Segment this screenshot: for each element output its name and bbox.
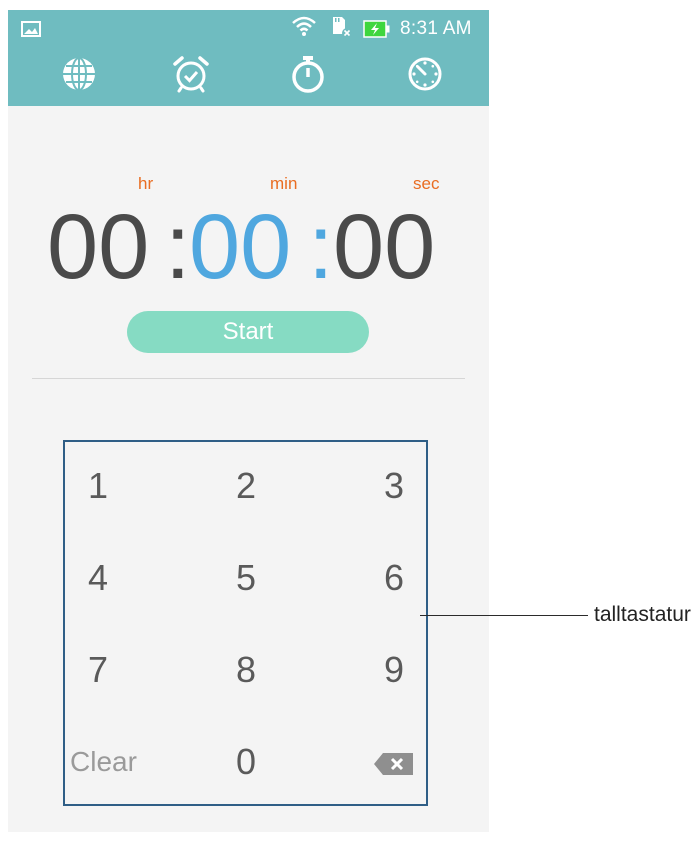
stopwatch-icon (290, 55, 326, 98)
backspace-icon (373, 741, 415, 782)
key-1[interactable]: 1 (53, 456, 143, 516)
wifi-icon (291, 15, 317, 42)
hours-minutes-separator: : (165, 196, 191, 298)
timer-icon (407, 56, 443, 97)
hours-value[interactable]: 00 (47, 192, 149, 302)
callout-line (420, 615, 588, 616)
key-6[interactable]: 6 (349, 548, 439, 608)
key-5[interactable]: 5 (201, 548, 291, 608)
globe-icon (61, 56, 97, 97)
start-button[interactable]: Start (127, 311, 369, 353)
gallery-notification-icon (21, 21, 41, 42)
clear-button[interactable]: Clear (70, 732, 160, 792)
minutes-value[interactable]: 00 (189, 192, 291, 302)
key-8[interactable]: 8 (201, 640, 291, 700)
keypad-callout-label: talltastatur (594, 603, 691, 626)
divider (32, 378, 465, 379)
seconds-unit-label: sec (413, 174, 440, 193)
key-0[interactable]: 0 (201, 732, 291, 792)
key-4[interactable]: 4 (53, 548, 143, 608)
number-keypad: 1 2 3 4 5 6 7 8 9 Clear 0 (63, 440, 428, 806)
tab-world-clock[interactable] (54, 54, 104, 98)
key-7[interactable]: 7 (53, 640, 143, 700)
key-9[interactable]: 9 (349, 640, 439, 700)
status-bar: 8:31 AM (8, 10, 489, 48)
seconds-value[interactable]: 00 (333, 192, 435, 302)
key-2[interactable]: 2 (201, 456, 291, 516)
tab-timer[interactable] (400, 54, 450, 98)
alarm-clock-icon (172, 55, 210, 98)
backspace-button[interactable] (349, 732, 439, 792)
timer-display: 00 : 00 : 00 (8, 192, 489, 302)
minutes-seconds-separator: : (308, 196, 334, 298)
minutes-unit-label: min (270, 174, 298, 193)
battery-charging-icon (363, 20, 391, 43)
sd-card-icon (330, 16, 354, 45)
status-time: 8:31 AM (400, 18, 472, 39)
hours-unit-label: hr (138, 174, 154, 193)
app-bar: 8:31 AM (8, 10, 489, 106)
phone-screen: 8:31 AM hr min sec 00 : 00: 00 Start 1 … (8, 10, 489, 832)
tab-stopwatch[interactable] (283, 54, 333, 98)
tab-alarm[interactable] (166, 54, 216, 98)
key-3[interactable]: 3 (349, 456, 439, 516)
